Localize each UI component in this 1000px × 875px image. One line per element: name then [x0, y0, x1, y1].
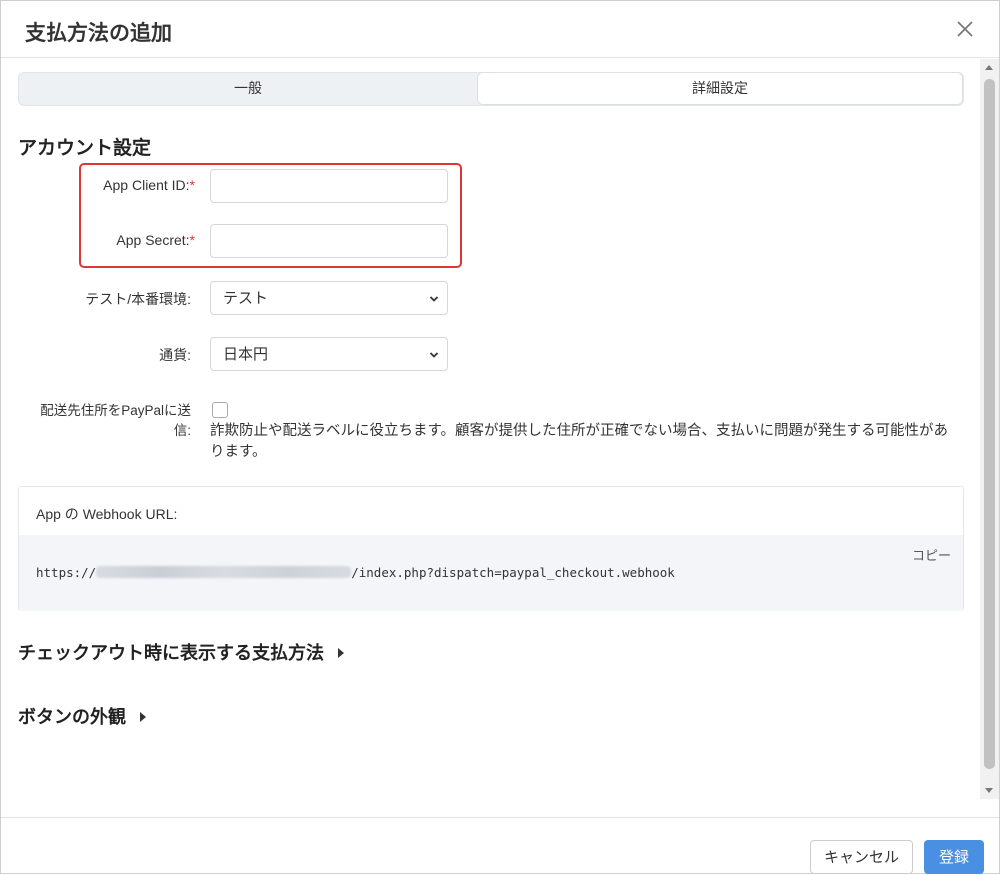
webhook-label: App の Webhook URL: — [36, 506, 178, 522]
scrollbar-thumb[interactable] — [984, 79, 995, 769]
vertical-scrollbar[interactable] — [980, 59, 999, 799]
client-id-label: App Client ID:* — [61, 177, 195, 193]
checkout-methods-toggle[interactable]: チェックアウト時に表示する支払方法 — [18, 639, 344, 665]
checkout-methods-label: チェックアウト時に表示する支払方法 — [18, 643, 324, 664]
secret-input[interactable] — [210, 224, 448, 258]
secret-label: App Secret:* — [61, 232, 195, 248]
client-id-label-text: App Client ID: — [103, 177, 190, 193]
currency-label: 通貨: — [159, 347, 191, 363]
webhook-panel: App の Webhook URL: https:// /index.php?di… — [18, 486, 964, 611]
required-mark: * — [189, 177, 195, 193]
button-appearance-toggle[interactable]: ボタンの外観 — [18, 703, 146, 729]
dialog-title: 支払方法の追加 — [25, 21, 172, 45]
caret-right-icon — [140, 712, 146, 722]
close-icon[interactable] — [951, 15, 979, 43]
cancel-button[interactable]: キャンセル — [810, 840, 913, 874]
shipping-help-text: 詐欺防止や配送ラベルに役立ちます。顧客が提供した住所が正確でない場合、支払いに問… — [210, 423, 949, 460]
send-shipping-label-line1: 配送先住所をPayPalに送 — [40, 403, 191, 418]
webhook-url: https:// /index.php?dispatch=paypal_check… — [36, 565, 675, 580]
register-button[interactable]: 登録 — [924, 840, 984, 874]
webhook-url-block: https:// /index.php?dispatch=paypal_check… — [19, 535, 963, 611]
caret-right-icon — [338, 648, 344, 658]
environment-select[interactable]: テスト — [210, 281, 448, 315]
client-id-input[interactable] — [210, 169, 448, 203]
currency-select-value: 日本円 — [223, 345, 269, 363]
webhook-url-prefix: https:// — [36, 565, 97, 580]
dialog-body: 一般 詳細設定 アカウント設定 App Client ID:* App Secr… — [1, 59, 999, 817]
tab-bar: 一般 詳細設定 — [18, 72, 964, 106]
send-shipping-address-checkbox[interactable] — [212, 402, 228, 418]
currency-select[interactable]: 日本円 — [210, 337, 448, 371]
chevron-down-icon — [429, 296, 439, 302]
send-shipping-label-line2: 信: — [173, 423, 191, 438]
environment-select-value: テスト — [223, 289, 269, 307]
copy-button[interactable]: コピー — [912, 545, 951, 564]
dialog-footer: キャンセル 登録 — [1, 817, 999, 875]
required-mark: * — [189, 232, 195, 248]
send-shipping-address-label: 配送先住所をPayPalに送 信: — [11, 401, 191, 441]
add-payment-method-dialog: 支払方法の追加 一般 詳細設定 アカウント設定 App Client ID:* … — [0, 0, 1000, 874]
button-appearance-label: ボタンの外観 — [18, 707, 126, 728]
scroll-up-icon[interactable] — [985, 65, 993, 70]
webhook-url-suffix: /index.php?dispatch=paypal_checkout.webh… — [351, 565, 675, 580]
chevron-down-icon — [429, 352, 439, 358]
environment-label: テスト/本番環境: — [85, 291, 191, 307]
dialog-header: 支払方法の追加 — [1, 1, 999, 58]
tab-general[interactable]: 一般 — [19, 73, 477, 105]
account-settings-title: アカウント設定 — [18, 137, 152, 159]
tab-advanced-settings[interactable]: 詳細設定 — [477, 72, 963, 105]
scroll-down-icon[interactable] — [985, 788, 993, 793]
redacted-domain — [96, 566, 352, 578]
secret-label-text: App Secret: — [116, 232, 190, 248]
